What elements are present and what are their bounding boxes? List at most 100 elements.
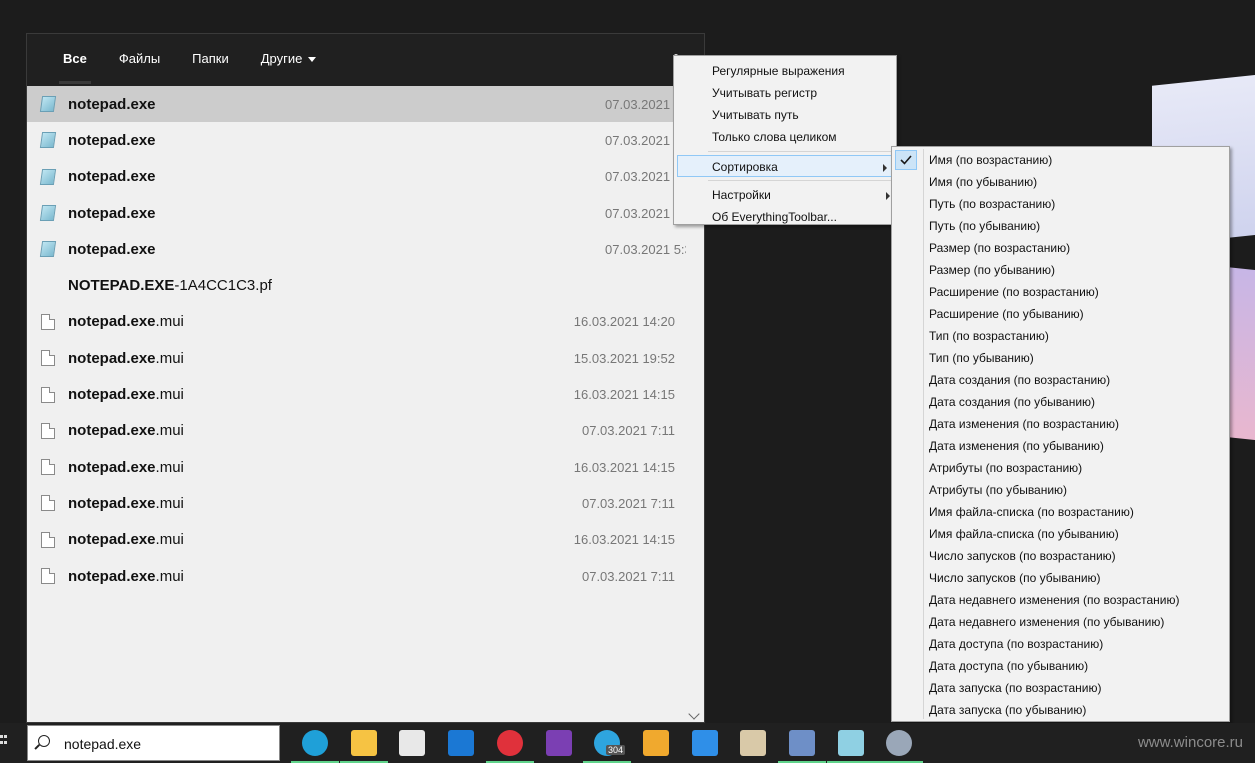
file-explorer-icon[interactable] bbox=[351, 730, 377, 756]
sort-option-label: Число запусков (по возрастанию) bbox=[929, 549, 1116, 563]
task-view-icon[interactable] bbox=[0, 733, 8, 753]
result-row[interactable]: notepad.exe.mui 16.03.2021 14:15 bbox=[27, 522, 687, 558]
taskbar: notepad.exe 304 www.wincore.ru bbox=[0, 723, 1255, 763]
sort-option-label: Путь (по убыванию) bbox=[929, 219, 1041, 233]
sort-option[interactable]: Путь (по возрастанию) bbox=[892, 193, 1229, 215]
sort-option[interactable]: Атрибуты (по возрастанию) bbox=[892, 457, 1229, 479]
sort-option-label: Имя (по убыванию) bbox=[929, 175, 1038, 189]
taskbar-search-box[interactable]: notepad.exe bbox=[27, 725, 280, 761]
menu-item-about[interactable]: Об EverythingToolbar... bbox=[674, 206, 896, 228]
sort-option[interactable]: Имя файла-списка (по убыванию) bbox=[892, 523, 1229, 545]
sort-option-label: Атрибуты (по убыванию) bbox=[929, 483, 1068, 497]
vivaldi-icon[interactable] bbox=[497, 730, 523, 756]
result-filename: notepad.exe.mui bbox=[68, 495, 184, 512]
sort-option[interactable]: Дата доступа (по убыванию) bbox=[892, 655, 1229, 677]
sort-option[interactable]: Имя файла-списка (по возрастанию) bbox=[892, 501, 1229, 523]
notepad-icon bbox=[39, 96, 57, 113]
scroll-down-icon[interactable] bbox=[688, 708, 700, 720]
result-filename-match: notepad.exe bbox=[68, 204, 156, 222]
store-icon[interactable] bbox=[399, 730, 425, 756]
result-row[interactable]: notepad.exe.mui 07.03.2021 7:11 bbox=[27, 485, 687, 521]
result-date: 16.03.2021 14:15 bbox=[573, 459, 675, 475]
result-row[interactable]: notepad.exe.mui 16.03.2021 14:15 bbox=[27, 449, 687, 485]
sort-option[interactable]: Расширение (по возрастанию) bbox=[892, 281, 1229, 303]
sort-option[interactable]: Размер (по убыванию) bbox=[892, 259, 1229, 281]
settings-icon[interactable] bbox=[886, 730, 912, 756]
sort-option[interactable]: Атрибуты (по убыванию) bbox=[892, 479, 1229, 501]
sort-option[interactable]: Дата изменения (по возрастанию) bbox=[892, 413, 1229, 435]
sort-option[interactable]: Размер (по возрастанию) bbox=[892, 237, 1229, 259]
menu-item-settings[interactable]: Настройки bbox=[674, 184, 896, 206]
phone-icon[interactable] bbox=[692, 730, 718, 756]
submenu-arrow-icon bbox=[883, 164, 887, 172]
menu-item-match-case[interactable]: Учитывать регистр bbox=[674, 82, 896, 104]
sort-option[interactable]: Дата доступа (по возрастанию) bbox=[892, 633, 1229, 655]
edge-icon[interactable] bbox=[302, 730, 328, 756]
mail-icon[interactable] bbox=[448, 730, 474, 756]
tab-all[interactable]: Все bbox=[47, 34, 103, 86]
result-filename-rest: .mui bbox=[155, 422, 184, 440]
sort-option-label: Дата изменения (по возрастанию) bbox=[929, 417, 1119, 431]
result-filename-match: notepad.exe bbox=[68, 349, 156, 367]
result-row[interactable]: NOTEPAD.EXE-1A4CC1C3.pf bbox=[27, 267, 687, 303]
sort-option[interactable]: Число запусков (по убыванию) bbox=[892, 567, 1229, 589]
sort-option-label: Дата недавнего изменения (по возрастанию… bbox=[929, 593, 1180, 607]
sort-option[interactable]: Тип (по возрастанию) bbox=[892, 325, 1229, 347]
sort-option-label: Дата доступа (по убыванию) bbox=[929, 659, 1089, 673]
sort-option[interactable]: Дата создания (по возрастанию) bbox=[892, 369, 1229, 391]
result-row[interactable]: notepad.exe 07.03.2021 6:58 bbox=[27, 86, 699, 123]
result-row[interactable]: notepad.exe.mui 16.03.2021 14:15 bbox=[27, 376, 687, 412]
search-icon bbox=[38, 735, 50, 747]
result-filename: notepad.exe bbox=[68, 96, 156, 113]
result-row[interactable]: notepad.exe 07.03.2021 6:58 bbox=[27, 122, 699, 158]
result-row[interactable]: notepad.exe 07.03.2021 5:30 bbox=[27, 159, 699, 195]
menu-item-match-path[interactable]: Учитывать путь bbox=[674, 104, 896, 126]
result-filename-rest: .mui bbox=[155, 386, 184, 404]
onenote-icon[interactable] bbox=[546, 730, 572, 756]
sort-option-label: Тип (по убыванию) bbox=[929, 351, 1034, 365]
menu-separator bbox=[708, 151, 892, 152]
sort-option[interactable]: Тип (по убыванию) bbox=[892, 347, 1229, 369]
menu-item-sort-label: Сортировка bbox=[712, 160, 778, 174]
tab-files[interactable]: Файлы bbox=[103, 34, 176, 86]
menu-item-whole-words[interactable]: Только слова целиком bbox=[674, 126, 896, 148]
sort-option[interactable]: Путь (по убыванию) bbox=[892, 215, 1229, 237]
sort-option-label: Размер (по возрастанию) bbox=[929, 241, 1071, 255]
notepad-taskbar-icon[interactable] bbox=[838, 730, 864, 756]
paint-icon[interactable] bbox=[740, 730, 766, 756]
sort-option[interactable]: Имя (по убыванию) bbox=[892, 171, 1229, 193]
sort-option[interactable]: Дата создания (по убыванию) bbox=[892, 391, 1229, 413]
tab-folders[interactable]: Папки bbox=[176, 34, 245, 86]
sort-option-label: Атрибуты (по возрастанию) bbox=[929, 461, 1083, 475]
result-filename-rest: .mui bbox=[155, 494, 184, 512]
sort-option[interactable]: Дата недавнего изменения (по возрастанию… bbox=[892, 589, 1229, 611]
result-row[interactable]: notepad.exe.mui 16.03.2021 14:20 bbox=[27, 304, 687, 340]
result-filename-match: notepad.exe bbox=[68, 567, 156, 585]
sort-option[interactable]: Имя (по возрастанию) bbox=[892, 149, 1229, 171]
result-filename: notepad.exe.mui bbox=[68, 313, 184, 330]
result-filename: notepad.exe bbox=[68, 168, 156, 185]
file-icon bbox=[41, 350, 55, 367]
search-input[interactable]: notepad.exe bbox=[64, 736, 141, 752]
paint-canvas-icon[interactable] bbox=[789, 730, 815, 756]
sort-option[interactable]: Расширение (по убыванию) bbox=[892, 303, 1229, 325]
sort-option[interactable]: Дата запуска (по убыванию) bbox=[892, 699, 1229, 721]
sort-option[interactable]: Дата запуска (по возрастанию) bbox=[892, 677, 1229, 699]
result-date: 16.03.2021 14:20 bbox=[573, 314, 675, 330]
sort-option[interactable]: Число запусков (по возрастанию) bbox=[892, 545, 1229, 567]
tab-other[interactable]: Другие bbox=[245, 34, 333, 86]
sticky-folder-icon[interactable] bbox=[643, 730, 669, 756]
sort-option[interactable]: Дата изменения (по убыванию) bbox=[892, 435, 1229, 457]
result-row[interactable]: notepad.exe.mui 07.03.2021 7:11 bbox=[27, 558, 687, 594]
file-icon bbox=[41, 313, 55, 330]
sort-option[interactable]: Дата недавнего изменения (по убыванию) bbox=[892, 611, 1229, 633]
result-filename-match: notepad.exe bbox=[68, 313, 156, 331]
result-row[interactable]: notepad.exe 07.03.2021 5:30 bbox=[27, 231, 699, 267]
menu-item-sort[interactable]: Сортировка bbox=[677, 155, 894, 177]
result-row[interactable]: notepad.exe 07.03.2021 6:58 bbox=[27, 195, 699, 231]
result-row[interactable]: notepad.exe.mui 07.03.2021 7:11 bbox=[27, 413, 687, 449]
sort-option-label: Дата доступа (по возрастанию) bbox=[929, 637, 1104, 651]
result-row[interactable]: notepad.exe.mui 15.03.2021 19:52 bbox=[27, 340, 687, 376]
result-filename-match: NOTEPAD.EXE bbox=[68, 277, 175, 295]
menu-item-regex[interactable]: Регулярные выражения bbox=[674, 60, 896, 82]
